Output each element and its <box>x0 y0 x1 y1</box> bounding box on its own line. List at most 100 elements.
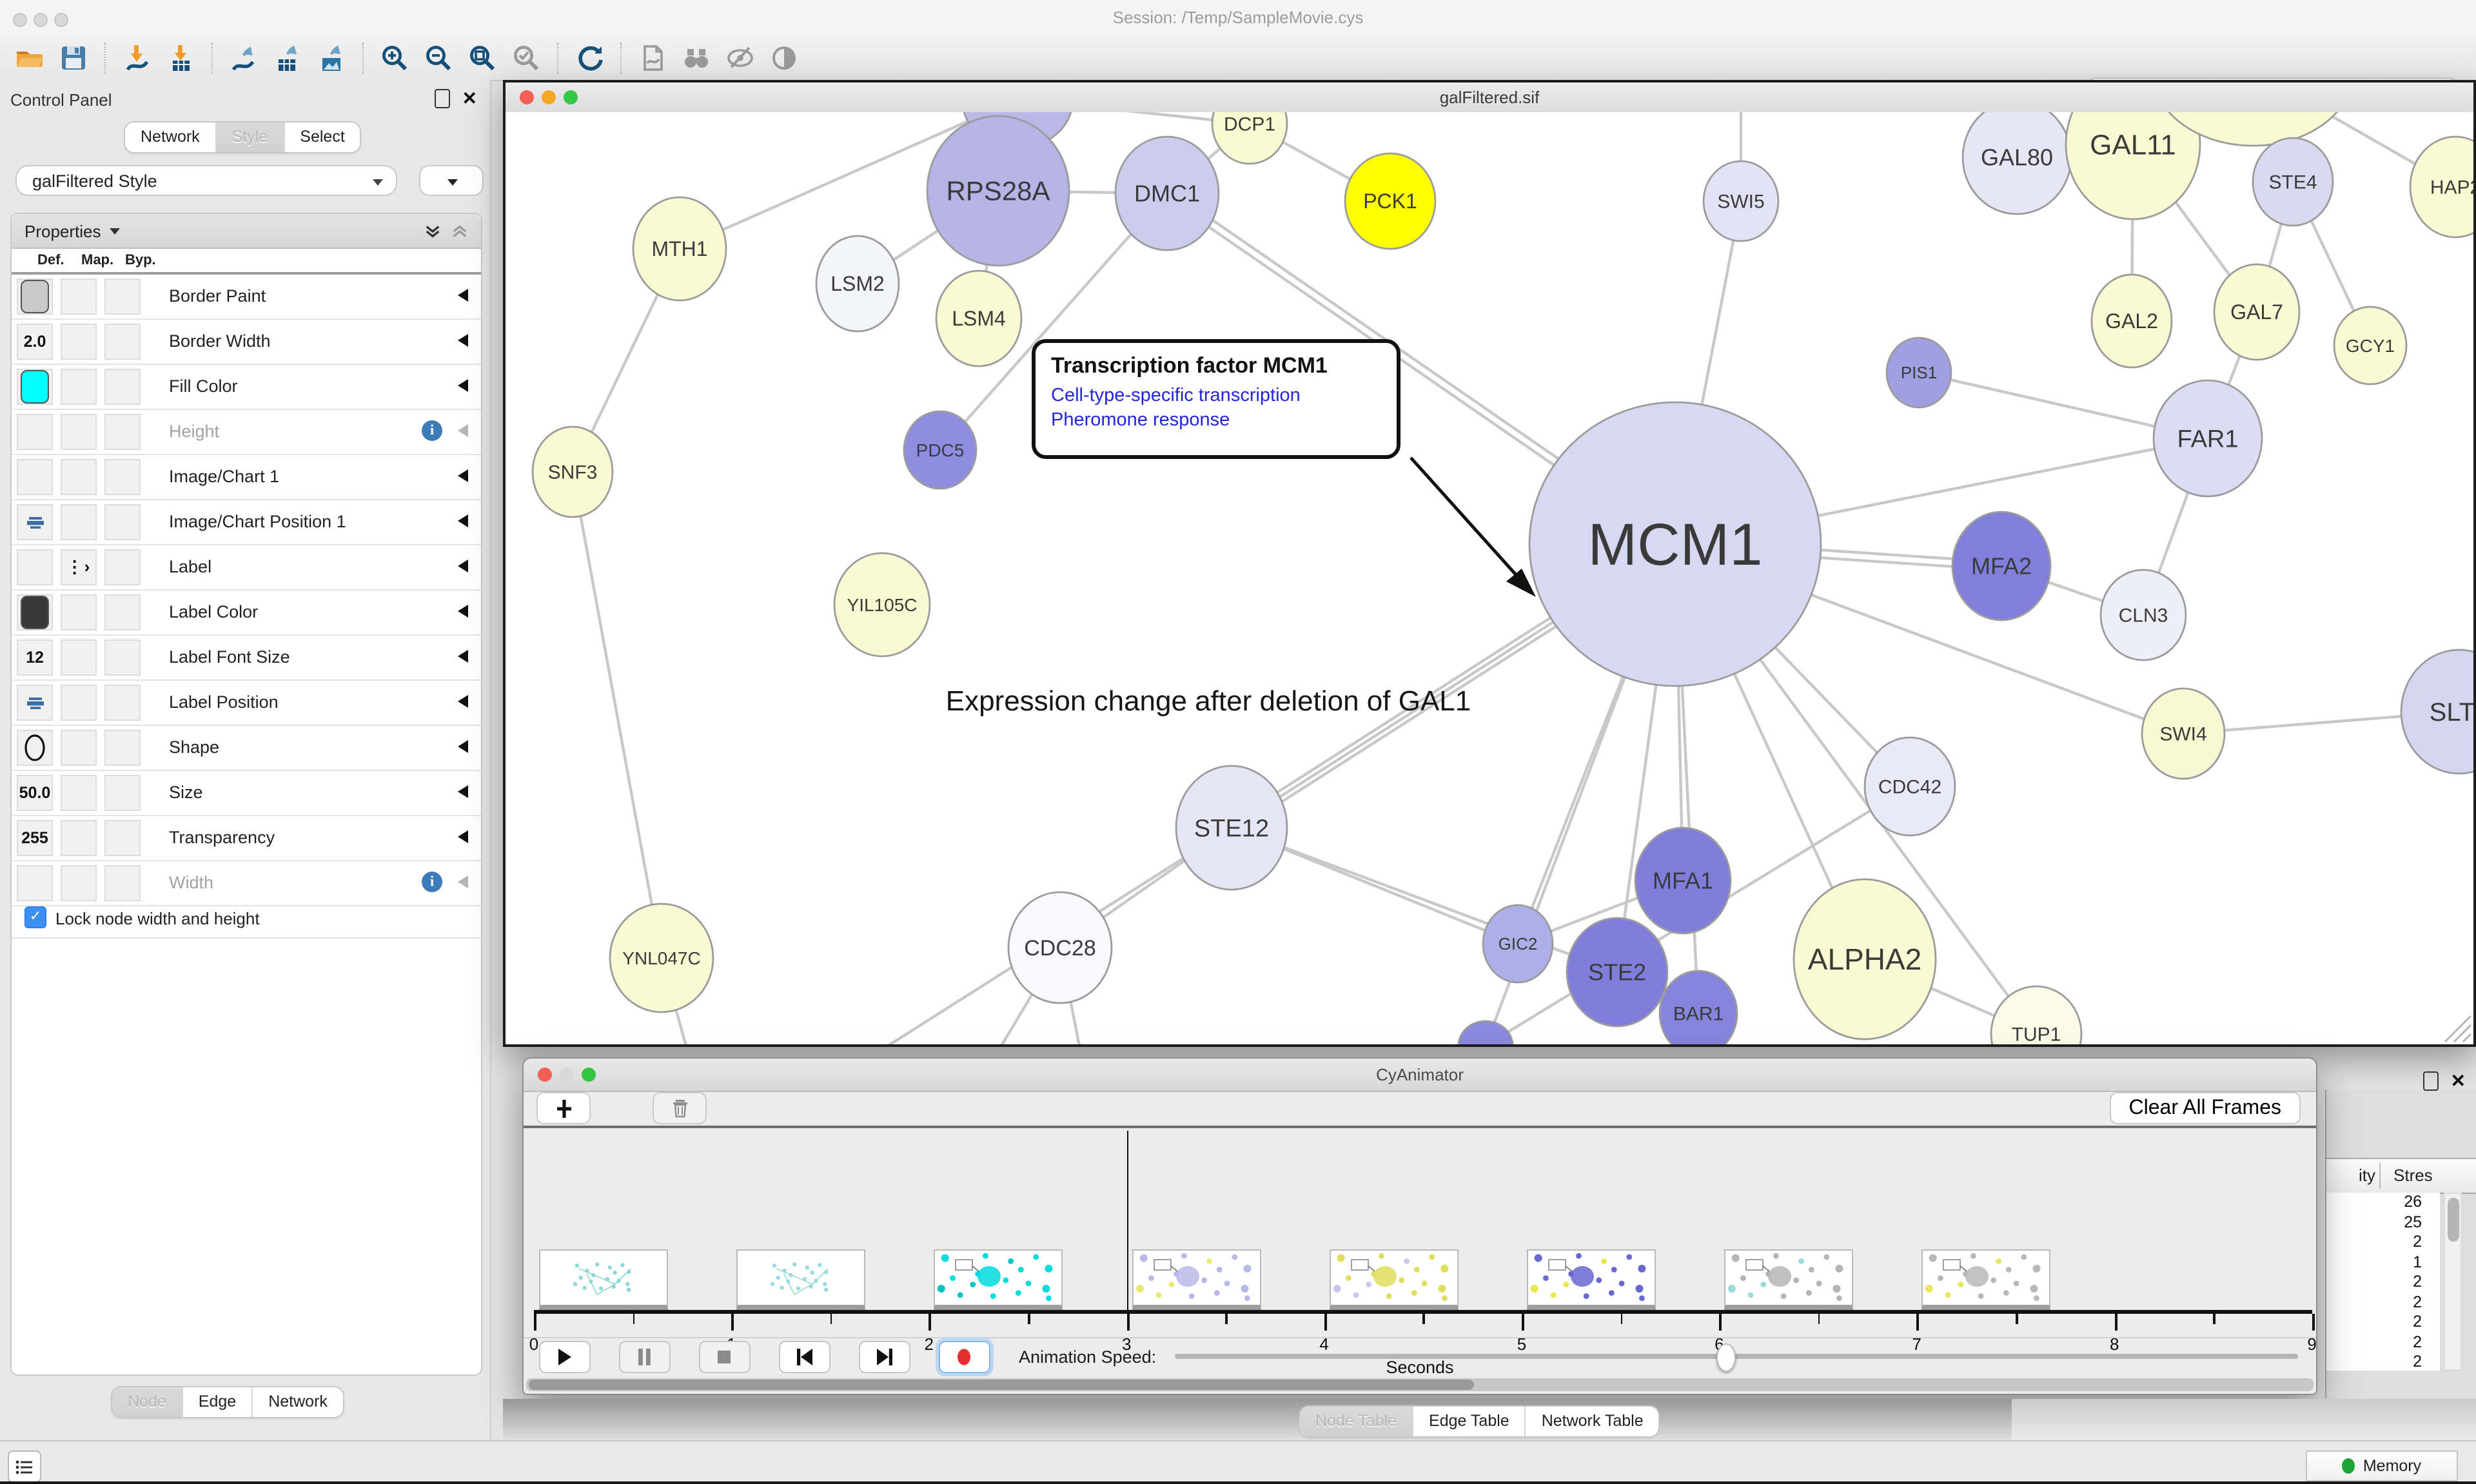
mapping-cell[interactable] <box>61 504 97 540</box>
mapping-cell[interactable] <box>61 685 97 721</box>
node-gal80[interactable]: GAL80 <box>1963 112 2071 214</box>
expand-property-icon[interactable] <box>458 334 468 347</box>
keyframe-thumbnail-4[interactable] <box>1330 1249 1459 1310</box>
close-window-icon[interactable] <box>538 1068 552 1082</box>
style-target-tab-edge[interactable]: Edge <box>183 1387 253 1417</box>
node-pck1[interactable]: PCK1 <box>1345 153 1435 249</box>
close-window-icon[interactable] <box>520 90 534 104</box>
control-panel-tab-select[interactable]: Select <box>284 122 360 152</box>
cyanimator-traffic-lights[interactable] <box>538 1068 596 1082</box>
annotation-box[interactable]: Transcription factor MCM1 Cell-type-spec… <box>1032 339 1400 459</box>
timeline-playhead[interactable] <box>1126 1131 1128 1311</box>
node-ste12[interactable]: STE12 <box>1176 766 1287 890</box>
default-value-cell[interactable]: 2.0 <box>17 324 53 360</box>
property-row-border-width[interactable]: 2.0Border Width <box>12 320 481 365</box>
expand-property-icon[interactable] <box>458 695 468 708</box>
task-history-button[interactable] <box>8 1450 41 1483</box>
bypass-cell[interactable] <box>104 459 141 495</box>
table-row[interactable]: 1 <box>2326 1253 2440 1273</box>
export-network-button[interactable] <box>224 39 263 75</box>
expand-property-icon[interactable] <box>458 875 468 888</box>
bypass-cell[interactable] <box>104 414 141 450</box>
bypass-cell[interactable] <box>104 685 141 721</box>
slider-thumb[interactable] <box>1716 1343 1735 1372</box>
default-value-cell[interactable]: 12 <box>17 639 53 676</box>
style-options-button[interactable] <box>419 165 484 196</box>
clone-network-view-button[interactable] <box>633 39 672 75</box>
expand-property-icon[interactable] <box>458 740 468 753</box>
bypass-cell[interactable] <box>104 820 141 856</box>
property-row-height[interactable]: Heighti <box>12 410 481 455</box>
default-value-cell[interactable] <box>17 414 53 450</box>
node-pis1[interactable]: PIS1 <box>1887 338 1951 407</box>
expand-property-icon[interactable] <box>458 650 468 663</box>
node-ynl047c[interactable]: YNL047C <box>610 904 713 1012</box>
bypass-cell[interactable] <box>104 324 141 360</box>
info-icon[interactable]: i <box>422 872 442 892</box>
default-value-cell[interactable] <box>17 865 53 901</box>
expand-property-icon[interactable] <box>458 605 468 618</box>
style-target-tab-network[interactable]: Network <box>253 1387 343 1417</box>
node-mfa2[interactable]: MFA2 <box>1952 512 2050 620</box>
node-cdc42[interactable]: CDC42 <box>1865 737 1955 835</box>
table-vertical-scrollbar[interactable] <box>2444 1193 2462 1371</box>
keyframe-thumbnail-5[interactable] <box>1527 1249 1656 1310</box>
show-graphics-details-button[interactable] <box>765 39 803 75</box>
node-swi4[interactable]: SWI4 <box>2142 688 2225 779</box>
node-swi5[interactable]: SWI5 <box>1704 161 1778 241</box>
clear-all-frames-button[interactable]: Clear All Frames <box>2110 1092 2301 1124</box>
control-panel-tab-network[interactable]: Network <box>125 122 217 152</box>
zoom-selected-button[interactable] <box>507 39 545 75</box>
mapping-cell[interactable] <box>61 639 97 676</box>
add-frame-button[interactable] <box>536 1092 591 1124</box>
refresh-button[interactable] <box>570 39 609 75</box>
mapping-cell[interactable] <box>61 594 97 630</box>
expand-property-icon[interactable] <box>458 379 468 392</box>
default-value-cell[interactable] <box>17 369 53 405</box>
mapping-cell[interactable] <box>61 278 97 315</box>
window-traffic-lights[interactable] <box>520 90 578 104</box>
zoom-out-button[interactable] <box>419 39 458 75</box>
table-browser-tab-edge-table[interactable]: Edge Table <box>1413 1407 1526 1436</box>
property-row-label[interactable]: ⋮›Label <box>12 545 481 591</box>
expand-property-icon[interactable] <box>458 424 468 437</box>
node-bar1[interactable]: BAR1 <box>1660 971 1737 1044</box>
node-mcm1[interactable]: MCM1 <box>1529 402 1821 686</box>
mapping-cell[interactable] <box>61 730 97 766</box>
table-row[interactable]: 2 <box>2326 1352 2440 1372</box>
default-value-cell[interactable] <box>17 278 53 315</box>
default-value-cell[interactable] <box>17 459 53 495</box>
float-panel-icon[interactable] <box>435 89 451 108</box>
record-button[interactable] <box>939 1340 990 1372</box>
node-alpha2[interactable]: ALPHA2 <box>1794 879 1936 1039</box>
network-canvas[interactable]: DCP1RPS28ADMC1PCK1SWI5GAL80GAL11STE4HAP2… <box>506 112 2473 1044</box>
default-value-cell[interactable]: 50.0 <box>17 775 53 811</box>
import-table-button[interactable] <box>161 39 200 75</box>
mapping-cell[interactable]: ⋮› <box>61 549 97 585</box>
expand-property-icon[interactable] <box>458 560 468 572</box>
annotation-link-1[interactable]: Cell-type-specific transcription <box>1051 384 1381 409</box>
find-button[interactable] <box>677 39 716 75</box>
save-session-button[interactable] <box>54 39 93 75</box>
node-yil105c[interactable]: YIL105C <box>834 553 930 656</box>
minimize-window-icon[interactable] <box>542 90 556 104</box>
node-dmc1[interactable]: DMC1 <box>1115 137 1219 250</box>
node-ste2[interactable]: STE2 <box>1567 918 1667 1026</box>
node-rps28a[interactable]: RPS28A <box>927 116 1069 266</box>
table-browser-tab-network-table[interactable]: Network Table <box>1526 1407 1659 1436</box>
keyframe-thumbnail-1[interactable] <box>736 1249 865 1310</box>
bypass-cell[interactable] <box>104 549 141 585</box>
node-mfa1[interactable]: MFA1 <box>1635 828 1731 933</box>
network-window-titlebar[interactable]: galFiltered.sif <box>506 83 2473 113</box>
expand-property-icon[interactable] <box>458 830 468 843</box>
lock-node-size-checkbox[interactable]: ✓ <box>25 906 46 928</box>
keyframe-thumbnail-0[interactable] <box>539 1249 668 1310</box>
node-gal2[interactable]: GAL2 <box>2092 275 2172 367</box>
memory-button[interactable]: Memory <box>2306 1450 2458 1481</box>
hide-graphics-details-button[interactable] <box>721 39 760 75</box>
expand-property-icon[interactable] <box>458 785 468 798</box>
node-tup1[interactable]: TUP1 <box>1991 986 2081 1044</box>
bypass-cell[interactable] <box>104 594 141 630</box>
node-cln3[interactable]: CLN3 <box>2101 570 2186 660</box>
float-table-panel-icon[interactable] <box>2424 1071 2439 1091</box>
